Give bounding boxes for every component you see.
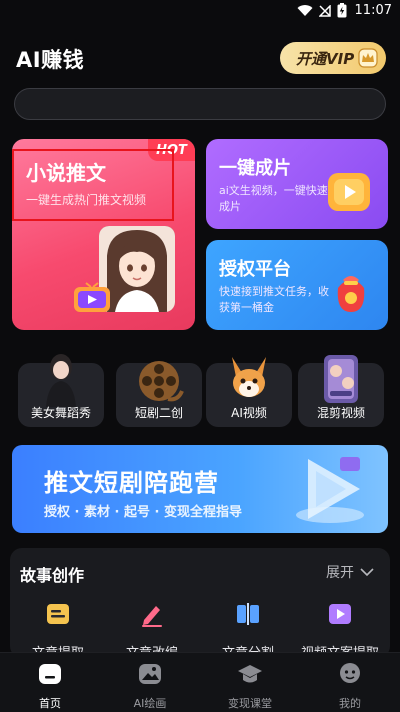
story-creation-panel: 故事创作 展开 文章提取 文章改编 文章分割 视频	[10, 548, 390, 658]
tab-label: 首页	[39, 697, 61, 710]
tool-article-split[interactable]: 文章分割	[203, 600, 293, 658]
tool-article-extract[interactable]: 文章提取	[13, 600, 103, 658]
video-play-icon	[329, 604, 351, 624]
image-icon	[139, 664, 161, 684]
money-bag-icon	[337, 276, 365, 312]
app-title: AI赚钱	[16, 48, 85, 72]
oneclick-card-subtitle: ai文生视频，一键快速成片	[219, 184, 328, 213]
oneclick-card-title: 一键成片	[219, 158, 291, 179]
story-section-title: 故事创作	[20, 566, 85, 585]
license-platform-card[interactable]: 授权平台 快速接到推文任务，收获第一桶金	[206, 240, 388, 330]
category-label: 混剪视频	[316, 406, 365, 420]
status-icons: 11:07	[297, 3, 392, 18]
oneclick-video-card[interactable]: 一键成片 ai文生视频，一键快速成片	[206, 139, 388, 229]
film-reel-icon	[139, 361, 184, 402]
dance-thumbnail	[46, 354, 76, 407]
expand-label: 展开	[326, 565, 354, 581]
vip-label: 开通VIP	[296, 49, 355, 68]
license-card-title: 授权平台	[219, 259, 291, 280]
tab-label: AI绘画	[133, 697, 167, 710]
tv-play-icon	[74, 282, 110, 312]
play-tile-icon	[328, 173, 370, 211]
pencil-icon	[142, 606, 162, 627]
fox-mascot-icon	[232, 357, 266, 397]
tool-video-script-extract[interactable]: 视频文案提取	[295, 600, 385, 658]
tab-ai-painting[interactable]: AI绘画	[115, 661, 185, 711]
tab-profile[interactable]: 我的	[315, 661, 385, 711]
wifi-icon	[297, 4, 313, 16]
home-icon	[39, 664, 61, 684]
category-label: AI视频	[231, 406, 267, 420]
category-ai-video[interactable]: AI视频	[206, 357, 292, 427]
category-remix[interactable]: 混剪视频	[298, 355, 384, 427]
no-signal-icon	[318, 4, 331, 17]
status-time: 11:07	[354, 3, 392, 18]
search-input[interactable]	[14, 88, 386, 120]
novel-promo-card[interactable]: HOT 小说推文 一键生成热门推文视频	[12, 139, 195, 330]
category-drama[interactable]: 短剧二创	[116, 361, 202, 427]
profile-icon	[340, 663, 360, 683]
expand-button[interactable]: 展开	[326, 562, 374, 582]
banner-title: 推文短剧陪跑营	[44, 469, 219, 497]
highlight-box	[12, 149, 174, 221]
graduation-cap-icon	[238, 665, 262, 683]
tab-label: 变现课堂	[228, 697, 272, 710]
document-icon	[47, 604, 69, 624]
license-card-subtitle: 快速接到推文任务，收获第一桶金	[219, 285, 329, 314]
play-triangle-icon	[296, 457, 364, 523]
category-label: 美女舞蹈秀	[30, 406, 91, 420]
tab-monetize-class[interactable]: 变现课堂	[215, 661, 285, 711]
status-bar: 11:07	[0, 0, 400, 24]
split-columns-icon	[237, 603, 259, 625]
category-label: 短剧二创	[134, 406, 183, 420]
crown-icon	[358, 48, 378, 68]
vip-button[interactable]: 开通VIP	[280, 42, 386, 74]
bootcamp-banner[interactable]: 推文短剧陪跑营 授权 · 素材 · 起号 · 变现全程指导	[12, 445, 388, 533]
category-row: 美女舞蹈秀 短剧二创 AI视频 混剪视频	[18, 354, 384, 427]
chevron-down-icon	[360, 568, 374, 577]
tab-label: 我的	[339, 697, 361, 710]
tool-article-rewrite[interactable]: 文章改编	[107, 600, 197, 658]
banner-subtitle: 授权 · 素材 · 起号 · 变现全程指导	[44, 505, 242, 520]
remix-thumbnail	[324, 355, 358, 403]
bottom-tab-bar: 首页 AI绘画 变现课堂 我的	[0, 652, 400, 712]
category-dance[interactable]: 美女舞蹈秀	[18, 354, 104, 427]
tab-home[interactable]: 首页	[15, 661, 85, 711]
battery-charging-icon	[337, 3, 347, 18]
